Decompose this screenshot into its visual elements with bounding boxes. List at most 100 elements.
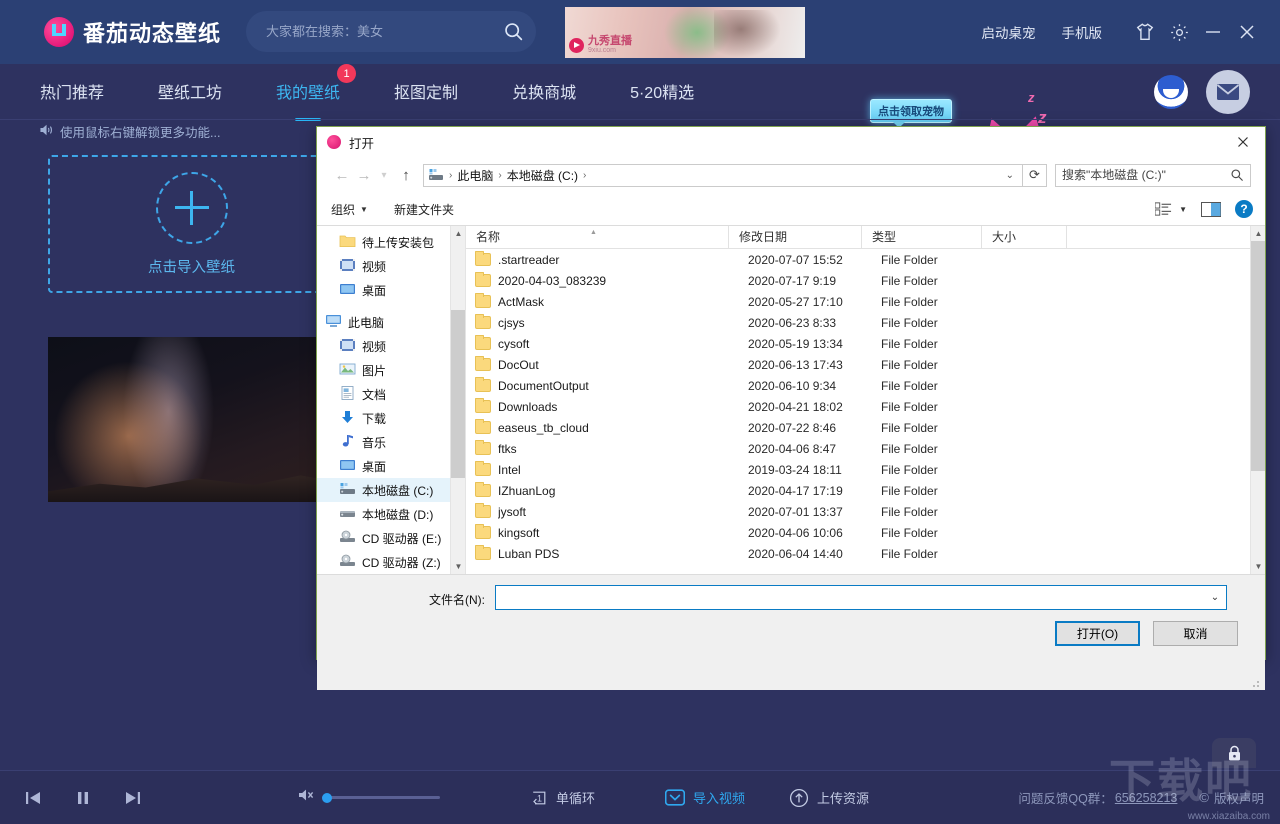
volume-control[interactable]	[298, 787, 440, 808]
open-button[interactable]: 打开(O)	[1055, 621, 1140, 646]
app-logo[interactable]: 番茄动态壁纸	[44, 16, 221, 48]
import-video-button[interactable]: 导入视频	[665, 788, 745, 807]
import-wallpaper-card[interactable]: 点击导入壁纸	[48, 155, 335, 293]
search-button[interactable]	[490, 11, 536, 52]
dialog-close-button[interactable]	[1221, 127, 1265, 157]
file-row[interactable]: 2020-04-03_0832392020-07-17 9:19File Fol…	[466, 270, 1250, 291]
minimize-icon[interactable]	[1196, 15, 1230, 49]
breadcrumb-local-disk-c[interactable]: 本地磁盘 (C:)	[503, 167, 582, 184]
file-row[interactable]: Downloads2020-04-21 18:02File Folder	[466, 396, 1250, 417]
gear-icon[interactable]	[1162, 15, 1196, 49]
new-folder-button[interactable]: 新建文件夹	[394, 201, 454, 218]
organize-button[interactable]: 组织 ▼	[331, 201, 368, 218]
filename-input[interactable]	[496, 586, 1204, 609]
tree-item-cd-drive-z[interactable]: CD 驱动器 (Z:)	[317, 550, 465, 574]
tree-item-desktop[interactable]: 桌面	[317, 454, 465, 478]
tree-item-local-disk-d[interactable]: 本地磁盘 (D:)	[317, 502, 465, 526]
tree-item-local-disk-c[interactable]: 本地磁盘 (C:)	[317, 478, 465, 502]
loop-mode-button[interactable]: 1 单循环	[530, 788, 595, 807]
refresh-button[interactable]: ⟳	[1023, 164, 1047, 187]
tree-item-cd-drive-e[interactable]: CD 驱动器 (E:)	[317, 526, 465, 550]
tree-item-music[interactable]: 音乐	[317, 430, 465, 454]
nav-item-520[interactable]: 5·20精选	[630, 79, 694, 105]
file-row[interactable]: IZhuanLog2020-04-17 17:19File Folder	[466, 480, 1250, 501]
tree-scrollbar[interactable]: ▲ ▼	[450, 226, 465, 574]
lock-badge[interactable]	[1212, 738, 1256, 768]
wallpaper-thumbnail[interactable]	[48, 337, 335, 502]
feedback-qq-number[interactable]: 656258213	[1115, 791, 1178, 805]
resize-grip[interactable]	[1252, 678, 1262, 688]
skin-shirt-icon[interactable]	[1128, 15, 1162, 49]
list-scroll-down-icon[interactable]: ▼	[1251, 559, 1265, 574]
file-row[interactable]: Intel2019-03-24 18:11File Folder	[466, 459, 1250, 480]
list-scroll-up-icon[interactable]: ▲	[1251, 226, 1265, 241]
dialog-search-input[interactable]	[1062, 168, 1230, 182]
file-row[interactable]: Luban PDS2020-06-04 14:40File Folder	[466, 543, 1250, 564]
tree-item-desktop-quick[interactable]: 桌面	[317, 278, 465, 302]
address-dropdown-icon[interactable]: ⌄	[1000, 170, 1020, 181]
file-row[interactable]: ftks2020-04-06 8:47File Folder	[466, 438, 1250, 459]
back-button[interactable]: ←	[331, 164, 353, 186]
file-row[interactable]: ActMask2020-05-27 17:10File Folder	[466, 291, 1250, 312]
search-box[interactable]	[246, 11, 536, 52]
up-one-level-button[interactable]: ↑	[393, 164, 419, 186]
volume-slider[interactable]	[322, 796, 440, 799]
address-bar[interactable]: › 此电脑 › 本地磁盘 (C:) › ⌄	[423, 164, 1023, 187]
skip-next-icon[interactable]	[116, 781, 150, 815]
tree-scroll-down-icon[interactable]: ▼	[451, 559, 465, 574]
tree-item-pictures[interactable]: 图片	[317, 358, 465, 382]
column-header-size[interactable]: 大小	[982, 226, 1067, 249]
nav-item-cutout[interactable]: 抠图定制	[394, 79, 458, 105]
tree-item-downloads[interactable]: 下载	[317, 406, 465, 430]
file-list-scrollbar[interactable]: ▲ ▼	[1250, 226, 1265, 574]
tree-item-documents[interactable]: 文档	[317, 382, 465, 406]
tree-item-videos[interactable]: 视频	[317, 334, 465, 358]
dialog-titlebar[interactable]: 打开	[317, 127, 1265, 157]
column-header-name[interactable]: 名称	[466, 226, 729, 249]
advertisement-banner[interactable]: 九秀直播 9xiu.com	[565, 7, 805, 58]
start-desktop-pet-link[interactable]: 启动桌宠	[982, 22, 1036, 42]
file-row[interactable]: jysoft2020-07-01 13:37File Folder	[466, 501, 1250, 522]
nav-item-workshop[interactable]: 壁纸工坊	[158, 79, 222, 105]
nav-item-my-wallpaper[interactable]: 我的壁纸 1	[276, 79, 340, 105]
column-header-type[interactable]: 类型	[862, 226, 982, 249]
tree-scroll-up-icon[interactable]: ▲	[451, 226, 465, 241]
volume-mute-icon[interactable]	[298, 787, 318, 808]
nav-item-hot[interactable]: 热门推荐	[40, 79, 104, 105]
tree-item-this-pc[interactable]: 此电脑	[317, 310, 465, 334]
breadcrumb-this-pc[interactable]: 此电脑	[453, 167, 497, 184]
file-row[interactable]: easeus_tb_cloud2020-07-22 8:46File Folde…	[466, 417, 1250, 438]
list-scroll-thumb[interactable]	[1251, 241, 1265, 471]
file-row[interactable]: cjsys2020-06-23 8:33File Folder	[466, 312, 1250, 333]
file-row[interactable]: DocumentOutput2020-06-10 9:34File Folder	[466, 375, 1250, 396]
copyright-link[interactable]: © 版权声明	[1199, 788, 1264, 807]
file-row[interactable]: cysoft2020-05-19 13:34File Folder	[466, 333, 1250, 354]
cancel-button[interactable]: 取消	[1153, 621, 1238, 646]
help-icon[interactable]: ?	[1235, 200, 1253, 218]
file-type: File Folder	[871, 442, 991, 456]
nav-item-mall[interactable]: 兑换商城	[512, 79, 576, 105]
mail-icon[interactable]	[1206, 70, 1250, 114]
skip-previous-icon[interactable]	[16, 781, 50, 815]
column-header-date[interactable]: 修改日期	[729, 226, 862, 249]
recent-locations-button[interactable]: ▾	[375, 164, 393, 186]
volume-slider-knob[interactable]	[322, 793, 332, 803]
forward-button[interactable]: →	[353, 164, 375, 186]
mobile-version-link[interactable]: 手机版	[1062, 22, 1103, 42]
view-list-icon[interactable]: ▼	[1155, 202, 1187, 216]
close-icon[interactable]	[1230, 15, 1264, 49]
file-row[interactable]: .startreader2020-07-07 15:52File Folder	[466, 249, 1250, 270]
file-row[interactable]: kingsoft2020-04-06 10:06File Folder	[466, 522, 1250, 543]
dialog-search-box[interactable]	[1055, 164, 1251, 187]
tree-scroll-thumb[interactable]	[451, 310, 465, 478]
upload-resource-button[interactable]: 上传资源	[789, 788, 869, 808]
tree-item-upload-packages[interactable]: 待上传安装包	[317, 230, 465, 254]
file-row[interactable]: DocOut2020-06-13 17:43File Folder	[466, 354, 1250, 375]
pause-icon[interactable]	[66, 781, 100, 815]
user-avatar[interactable]	[1154, 75, 1188, 109]
preview-pane-icon[interactable]	[1201, 202, 1221, 217]
tree-item-videos-quick[interactable]: 视频	[317, 254, 465, 278]
filename-field[interactable]: ⌄	[495, 585, 1227, 610]
chevron-down-icon[interactable]: ⌄	[1204, 592, 1226, 603]
search-input[interactable]	[246, 24, 490, 39]
